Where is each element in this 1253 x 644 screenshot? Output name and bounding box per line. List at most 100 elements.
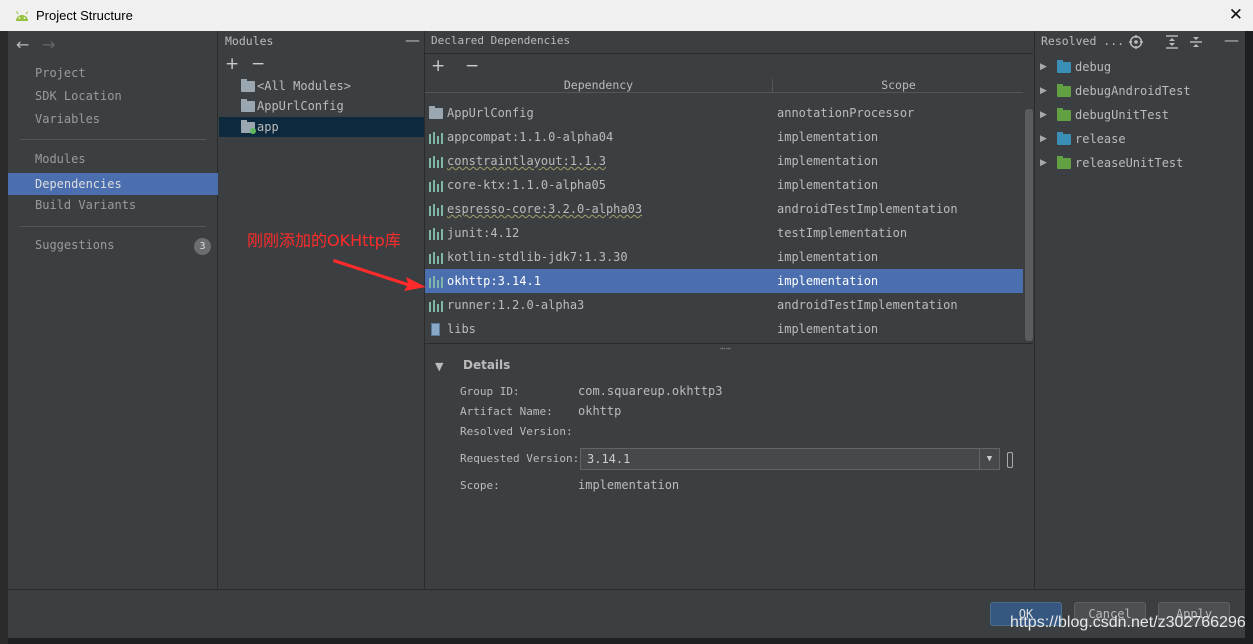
dependency-name: kotlin-stdlib-jdk7:1.3.30 — [447, 250, 628, 264]
requested-version-combobox[interactable]: 3.14.1 ▼ — [580, 448, 1000, 470]
module-label: AppUrlConfig — [257, 99, 344, 113]
library-icon — [429, 156, 443, 168]
variant-item[interactable]: ▶ release — [1035, 127, 1245, 151]
sidebar-item-modules[interactable]: Modules — [8, 148, 218, 170]
expand-triangle-icon[interactable]: ▶ — [1040, 127, 1047, 151]
dependency-name: espresso-core:3.2.0-alpha03 — [447, 202, 643, 216]
module-label: <All Modules> — [257, 79, 351, 93]
dependency-scope: implementation — [777, 130, 879, 144]
add-module-button[interactable]: + — [225, 54, 239, 74]
dependency-scope: annotationProcessor — [777, 106, 915, 120]
remove-module-button[interactable]: − — [251, 54, 265, 74]
table-row[interactable]: runner:1.2.0-alpha3 androidTestImplement… — [425, 293, 1023, 317]
chevron-down-icon[interactable]: ▼ — [979, 449, 999, 469]
variant-label: debug — [1075, 60, 1112, 74]
expand-triangle-icon[interactable]: ▶ — [1040, 79, 1047, 103]
dependency-name: AppUrlConfig — [447, 106, 534, 120]
window-title: Project Structure — [36, 8, 133, 23]
module-item[interactable]: AppUrlConfig — [219, 96, 424, 116]
dependency-name: runner:1.2.0-alpha3 — [447, 298, 585, 312]
library-icon — [429, 300, 443, 312]
collapse-triangle-icon[interactable]: ▼ — [435, 360, 443, 373]
folder-icon — [1057, 84, 1071, 97]
sidebar-item-dependencies[interactable]: Dependencies — [8, 173, 218, 195]
column-dependency[interactable]: Dependency — [425, 79, 773, 93]
back-arrow-icon[interactable]: ← — [16, 35, 29, 54]
sidebar-item-project[interactable]: Project — [8, 62, 218, 84]
table-row-selected[interactable]: okhttp:3.14.1 implementation — [425, 269, 1023, 293]
table-row[interactable]: core-ktx:1.1.0-alpha05 implementation — [425, 173, 1023, 197]
expand-all-icon[interactable] — [1165, 35, 1179, 49]
project-structure-dialog: ← → Project SDK Location Variables Modul… — [8, 31, 1245, 638]
sidebar-item-suggestions[interactable]: Suggestions — [8, 234, 218, 256]
dependencies-table: AppUrlConfig annotationProcessor appcomp… — [425, 94, 1023, 343]
dependency-scope: androidTestImplementation — [777, 202, 958, 216]
declared-dependencies-header: Declared Dependencies — [431, 34, 571, 47]
editor-gutter — [0, 31, 8, 644]
forward-arrow-icon[interactable]: → — [42, 35, 55, 54]
close-icon[interactable]: ✕ — [1229, 5, 1243, 25]
library-icon — [429, 252, 443, 264]
edit-icon[interactable] — [1007, 452, 1013, 468]
variant-item[interactable]: ▶ debugAndroidTest — [1035, 79, 1245, 103]
table-row[interactable]: appcompat:1.1.0-alpha04 implementation — [425, 125, 1023, 149]
dependency-name: constraintlayout:1.1.3 — [447, 154, 606, 168]
collapse-all-icon[interactable] — [1189, 35, 1203, 49]
variant-label: debugUnitTest — [1075, 108, 1169, 122]
resolved-version-label: Resolved Version: — [460, 425, 573, 438]
vertical-scrollbar[interactable] — [1025, 109, 1033, 341]
modules-header: Modules — [225, 34, 274, 48]
suggestions-count-badge: 3 — [194, 238, 211, 255]
artifact-name-label: Artifact Name: — [460, 405, 553, 418]
scope-label: Scope: — [460, 479, 500, 492]
sidebar-item-sdk-location[interactable]: SDK Location — [8, 85, 218, 107]
dependency-name: okhttp:3.14.1 — [447, 274, 541, 288]
add-dependency-button[interactable]: + — [431, 56, 445, 76]
library-icon — [429, 180, 443, 192]
dependency-scope: implementation — [777, 274, 879, 288]
remove-dependency-button[interactable]: − — [465, 56, 479, 76]
sidebar-item-variables[interactable]: Variables — [8, 108, 218, 130]
collapse-icon[interactable]: — — [1224, 31, 1239, 49]
divider — [20, 139, 206, 140]
table-row[interactable]: junit:4.12 testImplementation — [425, 221, 1023, 245]
dependency-scope: testImplementation — [777, 226, 908, 240]
module-item[interactable]: app — [219, 117, 424, 137]
watermark: https://blog.csdn.net/z302766296 — [1010, 614, 1246, 631]
sidebar-item-build-variants[interactable]: Build Variants — [8, 194, 218, 216]
expand-triangle-icon[interactable]: ▶ — [1040, 55, 1047, 79]
module-label: app — [257, 120, 279, 134]
folder-icon — [241, 99, 255, 112]
column-scope[interactable]: Scope — [774, 79, 1023, 93]
variant-item[interactable]: ▶ releaseUnitTest — [1035, 151, 1245, 175]
module-item[interactable]: <All Modules> — [219, 76, 424, 96]
target-icon[interactable] — [1129, 35, 1143, 49]
requested-version-value: 3.14.1 — [587, 452, 631, 466]
resolved-header: Resolved ... — [1041, 34, 1125, 48]
folder-icon — [1057, 156, 1071, 169]
table-header: Dependency Scope — [425, 79, 1023, 93]
dependencies-toolbar: + − — [425, 53, 1033, 79]
annotation-text: 刚刚添加的OKHttp库 — [247, 231, 401, 250]
table-row[interactable]: constraintlayout:1.1.3 implementation — [425, 149, 1023, 173]
variant-item[interactable]: ▶ debugUnitTest — [1035, 103, 1245, 127]
expand-triangle-icon[interactable]: ▶ — [1040, 103, 1047, 127]
table-row[interactable]: kotlin-stdlib-jdk7:1.3.30 implementation — [425, 245, 1023, 269]
divider — [20, 226, 206, 227]
library-icon — [429, 204, 443, 216]
table-row[interactable]: libs implementation — [425, 317, 1023, 341]
android-module-icon — [241, 120, 256, 134]
dependency-name: libs — [447, 322, 476, 336]
library-icon — [429, 228, 443, 240]
folder-icon — [1057, 132, 1071, 145]
variant-item[interactable]: ▶ debug — [1035, 55, 1245, 79]
expand-triangle-icon[interactable]: ▶ — [1040, 151, 1047, 175]
declared-dependencies-panel: Declared Dependencies + − Dependency Sco… — [425, 31, 1033, 589]
collapse-icon[interactable]: — — [405, 31, 420, 49]
annotation-arrow — [333, 259, 426, 291]
table-row[interactable]: AppUrlConfig annotationProcessor — [425, 101, 1023, 125]
folder-icon — [1057, 108, 1071, 121]
dependency-scope: implementation — [777, 178, 879, 192]
table-row[interactable]: espresso-core:3.2.0-alpha03 androidTestI… — [425, 197, 1023, 221]
folder-icon — [1057, 60, 1071, 73]
